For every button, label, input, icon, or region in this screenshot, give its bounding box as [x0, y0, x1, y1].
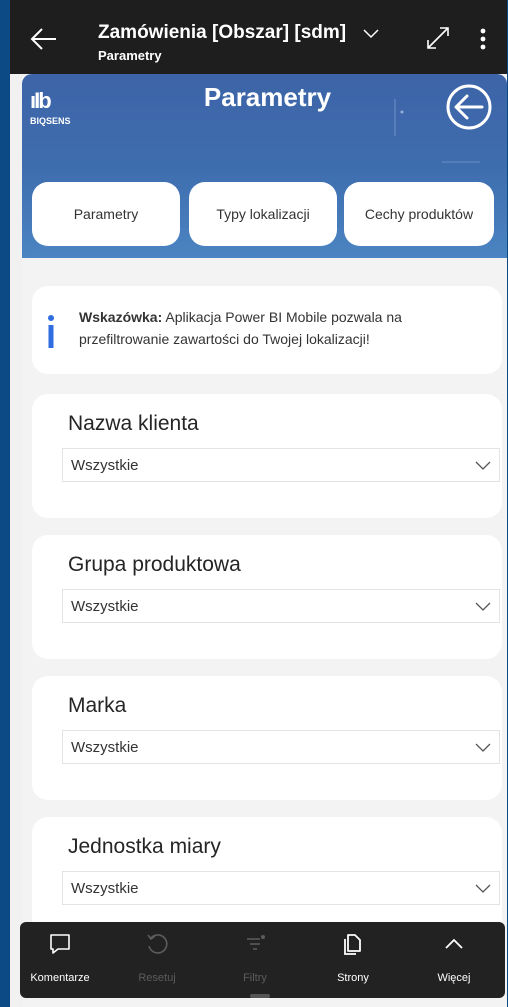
back-circle-icon[interactable] [442, 80, 496, 134]
chevron-down-icon [475, 602, 491, 611]
hint-text: Wskazówka: Aplikacja Power BI Mobile poz… [79, 306, 479, 350]
filter-card-nazwa-klienta: Nazwa klienta Wszystkie [32, 394, 502, 518]
filter-label: Marka [68, 694, 127, 717]
header-banner: ıIb BIQSENS Parametry Parametry Typy lok… [22, 74, 507, 258]
tab-typy-lokalizacji[interactable]: Typy lokalizacji [189, 182, 337, 246]
dropdown-value: Wszystkie [71, 598, 139, 615]
tab-label: Cechy produktów [364, 206, 474, 222]
report-canvas: ıIb BIQSENS Parametry Parametry Typy lok… [22, 74, 507, 1007]
scroll-peek [250, 994, 270, 998]
chevron-up-icon [445, 938, 463, 949]
toolbar-komentarze-button[interactable]: Komentarze [20, 922, 100, 998]
bottom-toolbar: Komentarze Resetuj Filtry Strony Więcej [20, 922, 505, 998]
filter-card-marka: Marka Wszystkie [32, 676, 502, 800]
toolbar-label: Komentarze [30, 972, 90, 984]
chevron-down-icon[interactable] [362, 24, 380, 42]
tab-label: Parametry [73, 206, 139, 222]
toolbar-label: Resetuj [138, 972, 176, 984]
toolbar-label: Więcej [437, 972, 471, 984]
tab-cechy-produktow[interactable]: Cechy produktów [344, 182, 494, 246]
filter-label: Nazwa klienta [68, 412, 199, 435]
comment-icon [50, 934, 70, 954]
toolbar-strony-button[interactable]: Strony [313, 922, 393, 998]
app-frame: Zamówienia [Obszar] [sdm] Parametry ıIb … [10, 0, 507, 1007]
filter-label: Grupa produktowa [68, 553, 241, 576]
filter-icon [247, 935, 265, 950]
navigation-tabs: Parametry Typy lokalizacji Cechy produkt… [32, 182, 504, 246]
filter-dropdown-grupa-produktowa[interactable]: Wszystkie [62, 589, 500, 623]
filter-label: Jednostka miary [68, 835, 221, 858]
filter-dropdown-nazwa-klienta[interactable]: Wszystkie [62, 448, 500, 482]
chevron-down-icon [475, 884, 491, 893]
undo-icon [147, 934, 168, 954]
back-arrow-icon[interactable] [30, 25, 58, 53]
tab-parametry[interactable]: Parametry [32, 182, 180, 246]
toolbar-wiecej-button[interactable]: Więcej [414, 922, 494, 998]
report-title[interactable]: Zamówienia [Obszar] [sdm] [98, 22, 346, 44]
dropdown-value: Wszystkie [71, 739, 139, 756]
page-subtitle: Parametry [98, 48, 162, 63]
filter-card-grupa-produktowa: Grupa produktowa Wszystkie [32, 535, 502, 659]
dropdown-value: Wszystkie [71, 880, 139, 897]
app-bar: Zamówienia [Obszar] [sdm] Parametry [10, 0, 507, 74]
hint-card: Wskazówka: Aplikacja Power BI Mobile poz… [32, 286, 502, 374]
hint-label: Wskazówka: [79, 309, 163, 325]
logo-name: BIQSENS [30, 116, 71, 126]
page-title: Parametry [203, 82, 332, 112]
toolbar-resetuj-button[interactable]: Resetuj [117, 922, 197, 998]
chevron-down-icon [475, 743, 491, 752]
more-options-icon[interactable] [480, 28, 486, 50]
expand-icon[interactable] [426, 26, 450, 50]
filter-dropdown-marka[interactable]: Wszystkie [62, 730, 500, 764]
chevron-down-icon [475, 461, 491, 470]
toolbar-label: Strony [337, 972, 369, 984]
info-icon [48, 315, 54, 348]
dropdown-value: Wszystkie [71, 457, 139, 474]
pages-icon [344, 934, 361, 955]
toolbar-filtry-button[interactable]: Filtry [215, 922, 295, 998]
toolbar-label: Filtry [243, 972, 267, 984]
filter-dropdown-jednostka-miary[interactable]: Wszystkie [62, 871, 500, 905]
tab-label: Typy lokalizacji [216, 206, 310, 222]
